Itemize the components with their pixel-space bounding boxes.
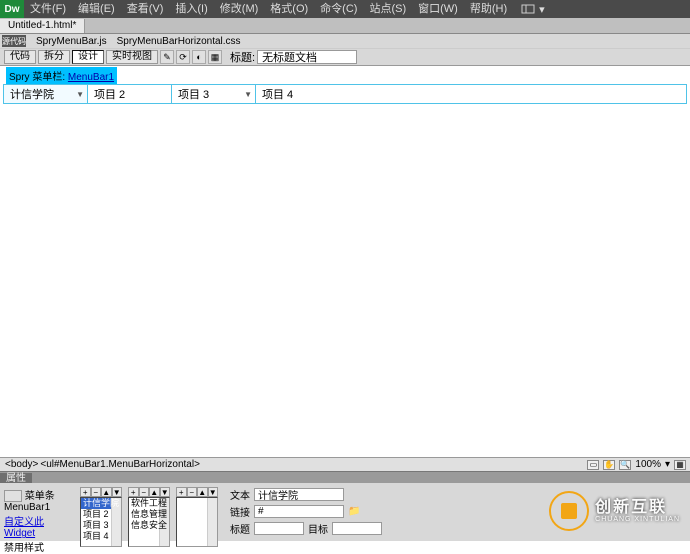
view-code-button[interactable]: 代码 [4,50,36,64]
link-field-label: 链接 [230,504,250,519]
title-input[interactable] [257,50,357,64]
tag-body[interactable]: <body> [4,459,39,470]
menubar-item-2[interactable]: 项目 2 [88,85,172,103]
chevron-down-icon: ▼ [76,90,84,99]
select-tool-icon[interactable]: ▭ [587,460,599,470]
list-item[interactable]: 信息管理 [129,509,169,520]
link-field[interactable] [254,505,344,518]
list-item[interactable]: 软件工程 [129,498,169,509]
menu-insert[interactable]: 插入(I) [169,0,213,18]
target-field-label: 目标 [308,521,328,536]
inspect-icon[interactable]: ✎ [160,50,174,64]
menu-modify[interactable]: 修改(M) [214,0,265,18]
menubar-item-1[interactable]: 计信学院▼ [4,85,88,103]
related-files-bar: 源代码 SpryMenuBar.js SpryMenuBarHorizontal… [0,34,690,48]
layout-dropdown[interactable]: ▾ [521,3,545,16]
link-browse-button[interactable]: 📁 [348,506,360,517]
move-down-button[interactable]: ▼ [112,487,123,497]
view-design-button[interactable]: 设计 [72,50,104,64]
view-live-button[interactable]: 实时视图 [106,50,158,64]
related-file-js[interactable]: SpryMenuBar.js [36,36,107,47]
list-item[interactable]: 信息安全 [129,520,169,531]
menu-window[interactable]: 窗口(W) [412,0,464,18]
view-split-button[interactable]: 拆分 [38,50,70,64]
top-menu: 文件(F) 编辑(E) 查看(V) 插入(I) 修改(M) 格式(O) 命令(C… [24,0,513,18]
widget-name-label: MenuBar1 [4,502,74,513]
spry-menubar: 计信学院▼ 项目 2 项目 3▼ 项目 4 [3,84,687,104]
doc-tab-active[interactable]: Untitled-1.html* [0,19,85,33]
grid-icon[interactable]: ▦ [674,460,686,470]
source-code-icon[interactable]: 源代码 [2,35,26,47]
title-label: 标题: [230,49,255,65]
remove-item-button[interactable]: − [91,487,102,497]
document-tabs: Untitled-1.html* [0,18,690,34]
refresh-icon[interactable]: ⟳ [176,50,190,64]
zoom-tool-icon[interactable]: 🔍 [619,460,631,470]
widget-icon [4,490,22,502]
spry-widget-tag[interactable]: Spry 菜单栏: MenuBar1 [6,67,117,84]
menu-help[interactable]: 帮助(H) [464,0,513,18]
items-list-1[interactable]: 计信学院 项目 2 项目 3 项目 4 [80,497,122,547]
properties-header[interactable]: 属性 [0,471,690,483]
tag-ul[interactable]: <ul#MenuBar1.MenuBarHorizontal> [39,459,201,470]
related-file-css[interactable]: SpryMenuBarHorizontal.css [117,36,241,47]
hand-tool-icon[interactable]: ✋ [603,460,615,470]
watermark: 创新互联 CHUANG XINTULIAN [549,491,680,531]
watermark-logo-icon [549,491,589,531]
text-field-label: 文本 [230,487,250,502]
move-up-button[interactable]: ▲ [101,487,112,497]
items-list-2[interactable]: 软件工程 信息管理 信息安全 [128,497,170,547]
design-canvas[interactable] [0,104,690,457]
app-menubar: Dw 文件(F) 编辑(E) 查看(V) 插入(I) 修改(M) 格式(O) 命… [0,0,690,18]
menu-commands[interactable]: 命令(C) [314,0,363,18]
items-list-3[interactable] [176,497,218,547]
app-logo: Dw [0,0,24,18]
tag-selector-bar: <body><ul#MenuBar1.MenuBarHorizontal> ▭ … [0,457,690,471]
options-icon[interactable]: ▦ [208,50,222,64]
disable-styles-label[interactable]: 禁用样式 [4,539,74,554]
zoom-menu-icon[interactable]: ▾ [665,459,670,470]
move-sub2-down-button[interactable]: ▼ [208,487,219,497]
remove-sub2-button[interactable]: − [187,487,198,497]
add-sub2-button[interactable]: + [176,487,187,497]
watermark-text: 创新互联 [595,500,680,516]
scrollbar[interactable] [207,498,217,546]
target-field[interactable] [332,522,382,535]
list-item[interactable]: 计信学院 [81,498,121,509]
customize-widget-link[interactable]: 自定义此 Widget [4,513,74,539]
menubar-item-4[interactable]: 项目 4 [256,85,340,103]
menu-site[interactable]: 站点(S) [363,0,412,18]
menubar-item-3[interactable]: 项目 3▼ [172,85,256,103]
chevron-down-icon: ▼ [244,90,252,99]
browse-icon[interactable]: ◐ [192,50,206,64]
menu-file[interactable]: 文件(F) [24,0,72,18]
watermark-subtext: CHUANG XINTULIAN [595,516,680,523]
move-sub2-up-button[interactable]: ▲ [197,487,208,497]
menu-format[interactable]: 格式(O) [264,0,314,18]
move-sub-up-button[interactable]: ▲ [149,487,160,497]
zoom-value[interactable]: 100% [635,459,661,470]
widget-type-label: 菜单条 [25,491,55,502]
menu-view[interactable]: 查看(V) [121,0,170,18]
text-field[interactable] [254,488,344,501]
menu-edit[interactable]: 编辑(E) [72,0,121,18]
view-toolbar: 代码 拆分 设计 实时视图 ✎ ⟳ ◐ ▦ 标题: [0,48,690,66]
layout-icon [521,4,535,14]
title-field-label: 标题 [230,521,250,536]
remove-sub-button[interactable]: − [139,487,150,497]
title-field[interactable] [254,522,304,535]
add-sub-button[interactable]: + [128,487,139,497]
add-item-button[interactable]: + [80,487,91,497]
move-sub-down-button[interactable]: ▼ [160,487,171,497]
